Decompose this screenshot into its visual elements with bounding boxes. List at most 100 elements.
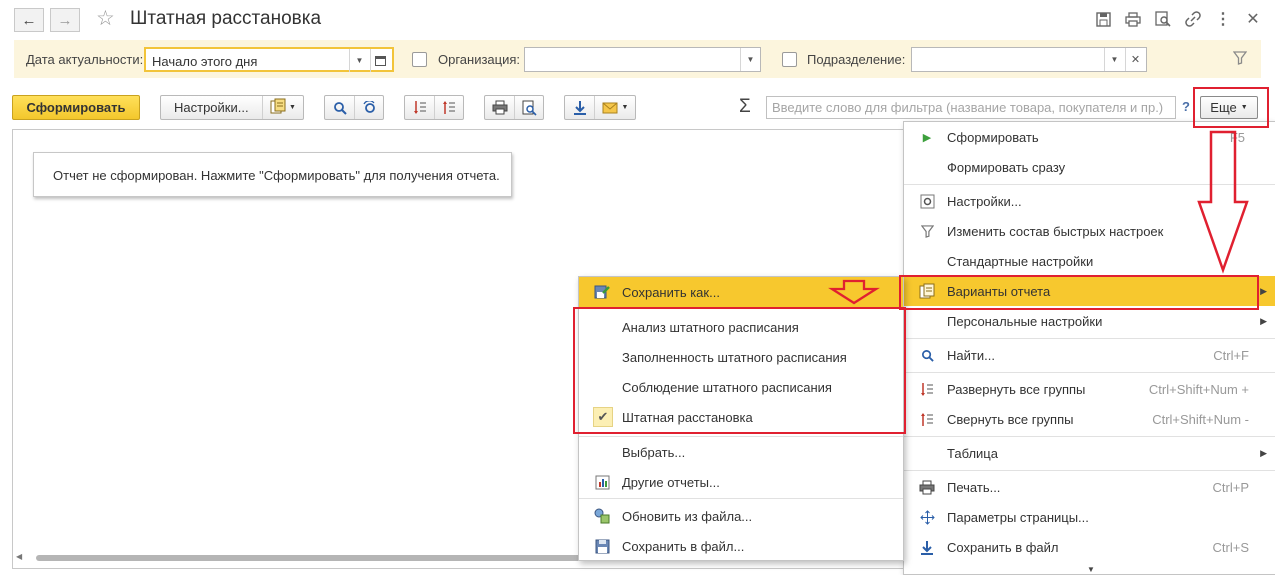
menu-item-print[interactable]: Печать... Ctrl+P [904,472,1275,502]
search-field[interactable] [766,96,1176,119]
play-icon: ▶ [922,131,932,144]
horizontal-scrollbar[interactable] [36,555,581,561]
expand-groups-icon [918,380,936,398]
menu-item-find[interactable]: Найти... Ctrl+F [904,340,1275,370]
print-preview-button[interactable] [514,96,543,119]
forward-arrow-icon: → [57,11,73,29]
collapse-groups-button[interactable] [434,96,463,119]
close-icon[interactable]: ✕ [1243,9,1263,29]
groups-button-group [404,95,464,120]
menu-item-personal-settings[interactable]: Персональные настройки ▶ [904,306,1275,336]
save-icon[interactable] [1093,9,1113,29]
date-field[interactable]: Начало этого дня ▼ [144,47,394,72]
chevron-down-icon: ▼ [621,104,629,111]
download-icon [573,101,586,115]
settings-gear-icon [918,192,936,210]
export-button-group: ▼ [564,95,636,120]
forward-button[interactable]: → [50,8,80,32]
send-email-button[interactable]: ▼ [594,96,635,119]
chevron-down-icon[interactable]: ▼ [349,49,369,72]
print-button-group [484,95,544,120]
link-icon[interactable] [1183,9,1203,29]
menu-item-save-to-file[interactable]: Сохранить в файл Ctrl+S [904,532,1275,562]
search-icon [333,101,347,115]
reports-icon [593,473,611,491]
filter-funnel-icon[interactable] [1232,51,1248,68]
print-icon [492,100,507,115]
chevron-down-icon[interactable]: ▼ [740,48,760,71]
sum-icon[interactable]: Σ [739,96,751,118]
back-button[interactable]: ← [14,8,44,32]
menu-item-page-setup[interactable]: Параметры страницы... [904,502,1275,532]
search-input[interactable] [767,97,1167,118]
favorite-star-icon[interactable]: ☆ [96,6,115,31]
save-to-file-button[interactable] [565,96,594,119]
menu-item-update-from-file[interactable]: Обновить из файла... [579,501,903,531]
more-options-icon[interactable]: ⋮ [1213,9,1233,29]
page-title: Штатная расстановка [130,8,322,29]
menu-item-expand-groups[interactable]: Развернуть все группы Ctrl+Shift+Num + [904,374,1275,404]
help-button[interactable]: ? [1182,99,1190,114]
org-checkbox[interactable] [412,52,427,67]
menu-divider [904,470,1275,471]
search-button-group [324,95,384,120]
menu-item-table[interactable]: Таблица ▶ [904,438,1275,468]
settings-button-group: Настройки... ▼ [160,95,304,120]
annotation-arrow-down-icon [1197,130,1249,274]
annotation-box-variant-list [573,307,906,434]
calendar-icon[interactable] [370,49,390,72]
print-preview-icon [522,100,537,116]
search-next-icon [362,100,375,113]
menu-divider [579,498,903,499]
chevron-right-icon: ▶ [1260,285,1267,296]
back-arrow-icon: ← [21,11,37,29]
report-message-box: Отчет не сформирован. Нажмите "Сформиров… [33,152,512,197]
menu-divider [904,338,1275,339]
clear-icon[interactable]: ✕ [1125,48,1145,71]
chevron-right-icon: ▶ [1260,315,1267,326]
settings-button[interactable]: Настройки... [161,96,263,119]
org-label: Организация: [438,52,521,67]
annotation-box-variants [899,275,1259,310]
search-icon [918,346,936,364]
menu-item-choose[interactable]: Выбрать... [579,437,903,467]
envelope-icon [602,102,618,113]
update-from-file-icon [593,507,611,525]
date-label: Дата актуальности: [26,52,144,67]
collapse-groups-icon [918,410,936,428]
dept-checkbox[interactable] [782,52,797,67]
menu-item-collapse-groups[interactable]: Свернуть все группы Ctrl+Shift+Num - [904,404,1275,434]
date-value: Начало этого дня [152,54,258,69]
dept-label: Подразделение: [807,52,906,67]
download-icon [918,538,936,556]
save-as-icon [593,283,611,301]
annotation-arrow-small-icon [828,279,880,305]
scroll-down-icon[interactable]: ▼ [1087,565,1095,574]
floppy-disk-icon [593,537,611,555]
collapse-groups-icon [443,101,455,114]
chevron-down-icon: ▼ [289,104,296,111]
expand-groups-button[interactable] [405,96,434,119]
dept-field[interactable]: ▼ ✕ [911,47,1147,72]
chevron-right-icon: ▶ [1260,447,1267,458]
report-variants-button[interactable]: ▼ [263,96,303,119]
menu-item-other-reports[interactable]: Другие отчеты... [579,467,903,497]
chevron-down-icon[interactable]: ▼ [1104,48,1124,71]
report-message-text: Отчет не сформирован. Нажмите "Сформиров… [53,168,500,183]
generate-button[interactable]: Сформировать [12,95,140,120]
annotation-box-more [1193,87,1269,128]
print-icon [918,478,936,496]
report-variants-icon [270,98,286,117]
menu-item-save-to-file[interactable]: Сохранить в файл... [579,531,903,561]
print-button[interactable] [485,96,514,119]
print-icon[interactable] [1123,9,1143,29]
scroll-left-icon[interactable]: ◀ [16,552,22,561]
org-field[interactable]: ▼ [524,47,761,72]
page-setup-icon [918,508,936,526]
preview-icon[interactable] [1153,9,1173,29]
filter-funnel-icon [918,222,936,240]
menu-divider [904,372,1275,373]
find-button[interactable] [325,96,354,119]
find-next-button[interactable] [354,96,383,119]
expand-groups-icon [413,101,426,114]
